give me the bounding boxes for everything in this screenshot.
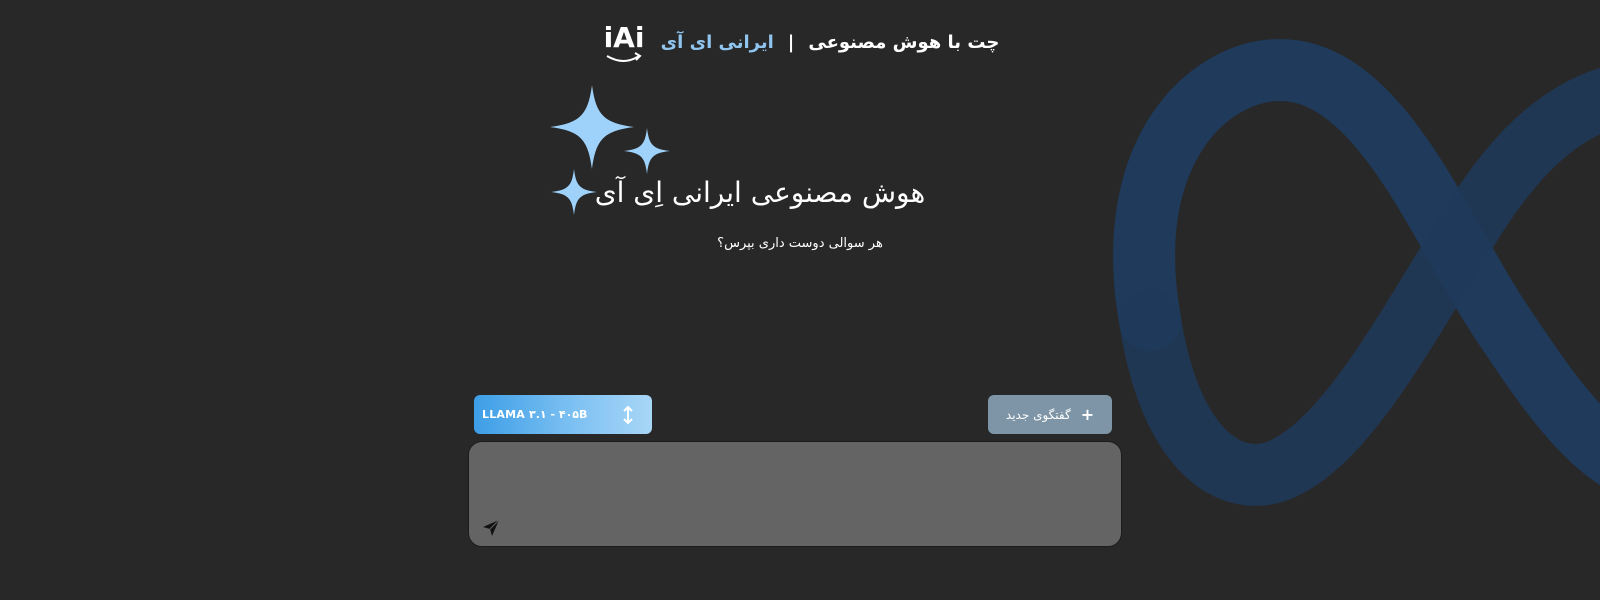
up-down-arrow-icon: [622, 405, 634, 425]
chat-input-box: [468, 441, 1122, 547]
hero-subtitle: هر سوالی دوست داری بپرس؟: [717, 236, 883, 251]
model-selector-button[interactable]: LLAMA ۳.۱ - ۴۰۵B: [474, 395, 652, 434]
logo-text: iAi: [603, 21, 644, 54]
meta-infinity-logo: [1113, 38, 1600, 506]
hero-title: هوش مصنوعی ایرانی اِی آی: [594, 176, 926, 209]
header-separator: |: [787, 31, 795, 53]
send-icon[interactable]: [481, 518, 501, 538]
header-brand[interactable]: ایرانی ای آی: [661, 32, 774, 53]
chat-input[interactable]: [517, 452, 1111, 540]
header: چت با هوش مصنوعی | ایرانی ای آی iAi: [0, 14, 1600, 70]
new-chat-label: گفتگوی جدید: [1005, 407, 1071, 422]
new-chat-button[interactable]: + گفتگوی جدید: [988, 395, 1112, 434]
iai-logo-icon[interactable]: iAi: [601, 14, 647, 70]
header-inner: چت با هوش مصنوعی | ایرانی ای آی iAi: [601, 14, 1000, 70]
model-label: LLAMA ۳.۱ - ۴۰۵B: [482, 408, 588, 421]
header-title: چت با هوش مصنوعی: [808, 31, 1000, 53]
page: چت با هوش مصنوعی | ایرانی ای آی iAi هوش …: [0, 0, 1600, 600]
plus-icon: +: [1080, 404, 1095, 424]
